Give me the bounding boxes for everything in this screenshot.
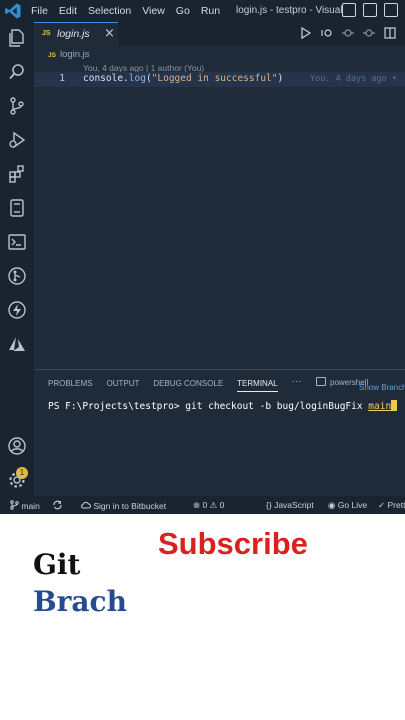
explorer-icon[interactable] (7, 28, 27, 48)
split-editor-icon[interactable] (384, 26, 396, 40)
menu-selection[interactable]: Selection (88, 5, 131, 17)
braces-icon: {} (266, 500, 272, 510)
terminal-command: PS F:\Projects\testpro> git checkout -b … (48, 401, 369, 412)
code-close-paren: ) (277, 73, 284, 84)
code-method: log (128, 73, 146, 84)
git-branch-icon (10, 500, 19, 510)
title-bar: File Edit Selection View Go Run login.js… (0, 0, 405, 22)
remote-explorer-icon[interactable] (7, 198, 27, 218)
run-file-icon[interactable] (300, 26, 312, 40)
settings-gear-icon[interactable] (7, 470, 27, 490)
cloud-icon (81, 501, 91, 509)
layout-controls (342, 3, 405, 17)
tab-terminal[interactable]: TERMINAL (237, 379, 278, 392)
breadcrumb[interactable]: JS login.js (48, 49, 90, 60)
tab-login-js[interactable]: JS login.js × (34, 22, 118, 46)
branch-status[interactable]: main (10, 500, 40, 511)
broadcast-icon: ◉ (328, 500, 336, 510)
sync-icon[interactable] (52, 500, 63, 512)
previous-change-icon[interactable] (342, 26, 354, 40)
toggle-sidebar-icon[interactable] (342, 3, 356, 17)
azure-icon[interactable] (7, 334, 27, 354)
tab-problems[interactable]: PROBLEMS (48, 379, 92, 392)
window-title: login.js - testpro - Visual ... (236, 5, 342, 16)
next-change-icon[interactable] (363, 26, 375, 40)
vscode-logo-icon (5, 3, 21, 19)
accounts-icon[interactable] (7, 436, 27, 456)
toggle-secondary-sidebar-icon[interactable] (384, 3, 398, 17)
error-icon: ⊗ (193, 500, 201, 510)
bitbucket-status[interactable]: Sign in to Bitbucket (80, 500, 166, 511)
problems-status[interactable]: ⊗ 0 ⚠ 0 (193, 500, 224, 511)
tab-label: login.js (57, 28, 90, 40)
js-file-icon: JS (42, 30, 51, 37)
thunder-client-icon[interactable] (7, 300, 27, 320)
source-control-icon[interactable] (7, 96, 27, 116)
compare-changes-icon[interactable] (321, 26, 333, 40)
promo-brach-text: Brach (33, 585, 127, 618)
tab-output[interactable]: OUTPUT (106, 379, 139, 392)
bottom-panel: PROBLEMS OUTPUT DEBUG CONSOLE TERMINAL ·… (34, 369, 405, 496)
menu-bar: File Edit Selection View Go Run (31, 5, 231, 17)
line-number: 1 (59, 73, 65, 84)
promo-git-text: Git (33, 548, 81, 581)
terminal-branch: main (368, 401, 392, 412)
warning-icon: ⚠ (209, 500, 218, 510)
code-object: console. (83, 73, 129, 84)
search-icon[interactable] (7, 62, 27, 82)
error-count: 0 (202, 500, 208, 510)
warning-count: 0 (219, 500, 225, 510)
go-live-label: Go Live (337, 500, 368, 510)
check-icon: ✓ (378, 500, 386, 510)
branch-name: main (21, 501, 40, 511)
bitbucket-label: Sign in to Bitbucket (93, 501, 167, 511)
prettier-status[interactable]: ✓ Prettier (378, 500, 405, 511)
activity-bar: 1 (0, 22, 34, 496)
go-live-button[interactable]: ◉ Go Live (328, 500, 367, 511)
terminal-cursor (391, 400, 398, 411)
panel-more-icon[interactable]: ··· (292, 376, 302, 392)
js-file-icon: JS (48, 52, 56, 59)
show-branch-tooltip: Show Branch (359, 383, 405, 392)
vscode-window: File Edit Selection View Go Run login.js… (0, 0, 405, 514)
toggle-panel-icon[interactable] (363, 3, 377, 17)
menu-run[interactable]: Run (201, 5, 220, 17)
subscribe-text[interactable]: Subscribe (158, 526, 308, 562)
menu-go[interactable]: Go (176, 5, 190, 17)
close-tab-icon[interactable]: × (104, 26, 115, 41)
editor-actions (300, 26, 405, 40)
powershell-icon (316, 377, 326, 386)
language-mode[interactable]: {} JavaScript (266, 500, 314, 510)
language-label: JavaScript (274, 500, 314, 510)
menu-edit[interactable]: Edit (59, 5, 77, 17)
status-bar: main Sign in to Bitbucket ⊗ 0 ⚠ 0 {} Jav… (0, 496, 405, 514)
gitlens-icon[interactable] (7, 266, 27, 286)
terminal-icon[interactable] (7, 232, 27, 252)
breadcrumb-file[interactable]: login.js (60, 49, 90, 60)
code-line[interactable]: console.log("Logged in successful") (83, 73, 283, 84)
editor-tabs: JS login.js × (34, 22, 405, 46)
run-debug-icon[interactable] (7, 130, 27, 150)
menu-view[interactable]: View (142, 5, 165, 17)
code-string: "Logged in successful" (151, 73, 278, 84)
menu-file[interactable]: File (31, 5, 48, 17)
tab-debug-console[interactable]: DEBUG CONSOLE (153, 379, 223, 392)
panel-tabs: PROBLEMS OUTPUT DEBUG CONSOLE TERMINAL ·… (48, 376, 302, 392)
inline-blame: You, 4 days ago • (310, 74, 397, 84)
terminal-line[interactable]: PS F:\Projects\testpro> git checkout -b … (48, 400, 398, 412)
extensions-icon[interactable] (7, 164, 27, 184)
prettier-label: Prettier (387, 500, 405, 510)
